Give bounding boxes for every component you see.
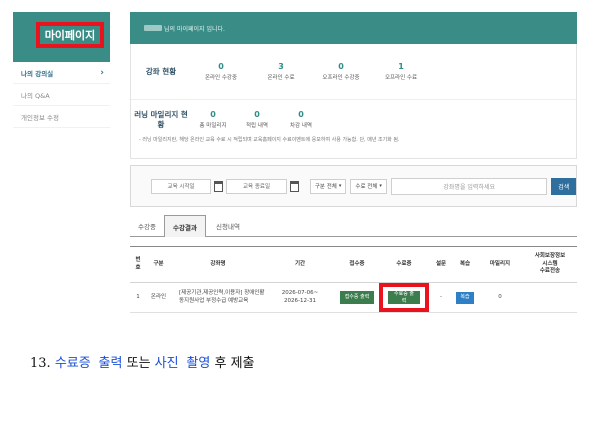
- header-no-line: 번: [135, 257, 141, 264]
- stat-label: 온라인 수강중: [204, 75, 238, 81]
- mypage-title[interactable]: 마이페이지: [36, 22, 104, 48]
- header-receipt: 접수증: [349, 260, 365, 267]
- caption-submit: 후 제출: [214, 356, 255, 371]
- cell-survey: -: [440, 293, 442, 300]
- cell-transfer: [523, 283, 577, 312]
- stat-number: 0: [218, 62, 224, 71]
- stat-number: 0: [210, 110, 216, 120]
- greeting-bar: 님의 마이페이지 입니다.: [130, 12, 577, 44]
- mileage-row: 러닝 마일리지 현황 0 총 마일리지 0 적립 내역 0 차감 내역 - 러닝…: [131, 100, 576, 158]
- stat-number: 0: [298, 110, 304, 120]
- caption-or: 또는: [126, 356, 151, 371]
- sidebar-item-label: 개인정보 수정: [21, 113, 59, 122]
- stat-label: 온라인 수료: [267, 75, 295, 81]
- caption-highlight-print: 수료증 출력: [54, 356, 123, 371]
- cell-review: 복습: [453, 283, 477, 312]
- search-bar: 교육 시작일 교육 종료일 구분 전체 ▾ 수료 전체 ▾ 강좌명을 입력하세요…: [130, 165, 577, 207]
- print-certificate-button[interactable]: 수료증 출력: [388, 291, 420, 304]
- header-period: 기간: [294, 260, 306, 267]
- header-mileage: 마일리지: [489, 260, 511, 267]
- main-summary: 님의 마이페이지 입니다. 강좌 현황 0 온라인 수강중 3 온라인 수료 0…: [130, 12, 577, 159]
- course-name-line: 동지원사업 부정수급 예방교육: [179, 297, 249, 304]
- cell-period: 2026-07-06~ 2026-12-31: [265, 283, 335, 312]
- header-review: 복습: [459, 260, 471, 267]
- header-type: 구분: [153, 260, 164, 267]
- chevron-down-icon: ▾: [338, 183, 342, 189]
- tab-results[interactable]: 수강결과: [164, 215, 206, 237]
- course-name-line: [제공기관,제공인력,이용자] 장애인활: [179, 290, 265, 297]
- stat-number: 0: [338, 62, 344, 71]
- header-survey: 설문: [435, 260, 447, 267]
- chevron-down-icon: ▾: [379, 183, 382, 189]
- start-date-input[interactable]: 교육 시작일: [151, 178, 212, 194]
- calendar-icon[interactable]: [289, 180, 299, 192]
- print-receipt-button[interactable]: 접수증 출력: [339, 291, 375, 304]
- stat-online-in-progress[interactable]: 0 온라인 수강중: [191, 62, 251, 81]
- sidebar-item-my-qna[interactable]: 나의 Q&A: [13, 84, 110, 106]
- keyword-input[interactable]: 강좌명을 입력하세요: [390, 177, 548, 195]
- header-no: 번호: [130, 247, 146, 282]
- stat-deducted[interactable]: 0 차감 내역: [279, 110, 323, 129]
- course-status-row: 강좌 현황 0 온라인 수강중 3 온라인 수료 0 오프라인 수강중 1 오프…: [131, 44, 576, 100]
- tab-in-progress[interactable]: 수강중: [130, 215, 164, 237]
- results-table: 번호 구분 강좌명 기간 접수증 수료증 설문 복습 마일리지 사회보장정보 시스…: [130, 246, 577, 313]
- end-date-input[interactable]: 교육 종료일: [226, 178, 287, 194]
- review-button[interactable]: 복습: [456, 291, 474, 304]
- stat-earned[interactable]: 0 적립 내역: [235, 110, 279, 129]
- stat-number: 3: [278, 62, 284, 71]
- cell-course[interactable]: [제공기관,제공인력,이용자] 장애인활 동지원사업 부정수급 예방교육: [171, 283, 265, 312]
- stat-offline-in-progress[interactable]: 0 오프라인 수강중: [311, 62, 371, 81]
- table-row: 1 온라인 [제공기관,제공인력,이용자] 장애인활 동지원사업 부정수급 예방교…: [130, 283, 577, 313]
- stat-number: 1: [398, 62, 404, 71]
- header-transfer-line: 수료전송: [539, 268, 561, 275]
- sidebar: 마이페이지 나의 강의실 › 나의 Q&A 개인정보 수정: [13, 12, 110, 128]
- stat-number: 0: [254, 110, 260, 120]
- stat-label: 오프라인 수강중: [322, 75, 360, 81]
- caption-highlight-photo: 사진 촬영: [154, 356, 211, 371]
- cell-no: 1: [136, 293, 140, 300]
- sidebar-item-edit-profile[interactable]: 개인정보 수정: [13, 106, 110, 128]
- stat-label: 총 마일리지: [199, 123, 227, 130]
- stat-label: 차감 내역: [290, 123, 312, 130]
- cell-receipt: 접수증 출력: [335, 283, 379, 312]
- header-transfer-line: 사회보장정보: [534, 253, 566, 260]
- sidebar-item-my-classroom[interactable]: 나의 강의실 ›: [13, 62, 110, 84]
- status-panel: 강좌 현황 0 온라인 수강중 3 온라인 수료 0 오프라인 수강중 1 오프…: [130, 44, 577, 159]
- search-button[interactable]: 검색: [551, 177, 576, 195]
- chevron-right-icon: ›: [100, 67, 104, 78]
- sidebar-item-label: 나의 Q&A: [21, 91, 50, 100]
- stat-offline-completed[interactable]: 1 오프라인 수료: [371, 62, 431, 81]
- header-certificate: 수료증: [396, 260, 412, 267]
- caption-number: 13.: [30, 356, 51, 371]
- cell-certificate: 수료증 출력: [379, 283, 429, 312]
- highlight-box: 수료증 출력: [379, 283, 429, 312]
- greeting-text: 님의 마이페이지 입니다.: [164, 25, 225, 33]
- status-select[interactable]: 수료 전체 ▾: [350, 178, 387, 194]
- table-header: 번호 구분 강좌명 기간 접수증 수료증 설문 복습 마일리지 사회보장정보 시스…: [130, 247, 577, 283]
- stat-label: 오프라인 수료: [384, 75, 418, 81]
- sidebar-header: 마이페이지: [13, 12, 110, 62]
- calendar-icon[interactable]: [214, 180, 224, 192]
- tab-applications[interactable]: 신청내역: [206, 215, 250, 237]
- mileage-label: 러닝 마일리지 현황: [134, 110, 188, 129]
- cell-type: 온라인: [150, 293, 167, 300]
- mileage-note: - 러닝 마일리지란, 해당 온라인 교육 수료 시 적립되며 교육홈페이지 수…: [139, 136, 400, 143]
- cell-mileage: 0: [498, 293, 502, 300]
- type-select[interactable]: 구분 전체 ▾: [309, 178, 347, 194]
- period-line: 2026-12-31: [284, 297, 316, 304]
- header-transfer: 사회보장정보 시스템 수료전송: [523, 247, 577, 282]
- instruction-caption: 13. 수료증 출력 또는 사진 촬영 후 제출: [30, 352, 255, 371]
- header-course: 강좌명: [210, 260, 226, 267]
- blurred-username: [144, 25, 162, 31]
- stat-label: 적립 내역: [246, 123, 268, 130]
- result-tabs: 수강중 수강결과 신청내역: [130, 215, 577, 237]
- period-line: 2026-07-06~: [281, 290, 319, 297]
- stat-total-mileage[interactable]: 0 총 마일리지: [191, 110, 235, 129]
- stat-online-completed[interactable]: 3 온라인 수료: [251, 62, 311, 81]
- header-no-line: 호: [135, 264, 141, 271]
- course-status-label: 강좌 현황: [145, 66, 177, 76]
- type-select-value: 구분 전체: [314, 184, 337, 190]
- sidebar-item-label: 나의 강의실: [21, 69, 54, 78]
- status-select-value: 수료 전체: [355, 184, 378, 190]
